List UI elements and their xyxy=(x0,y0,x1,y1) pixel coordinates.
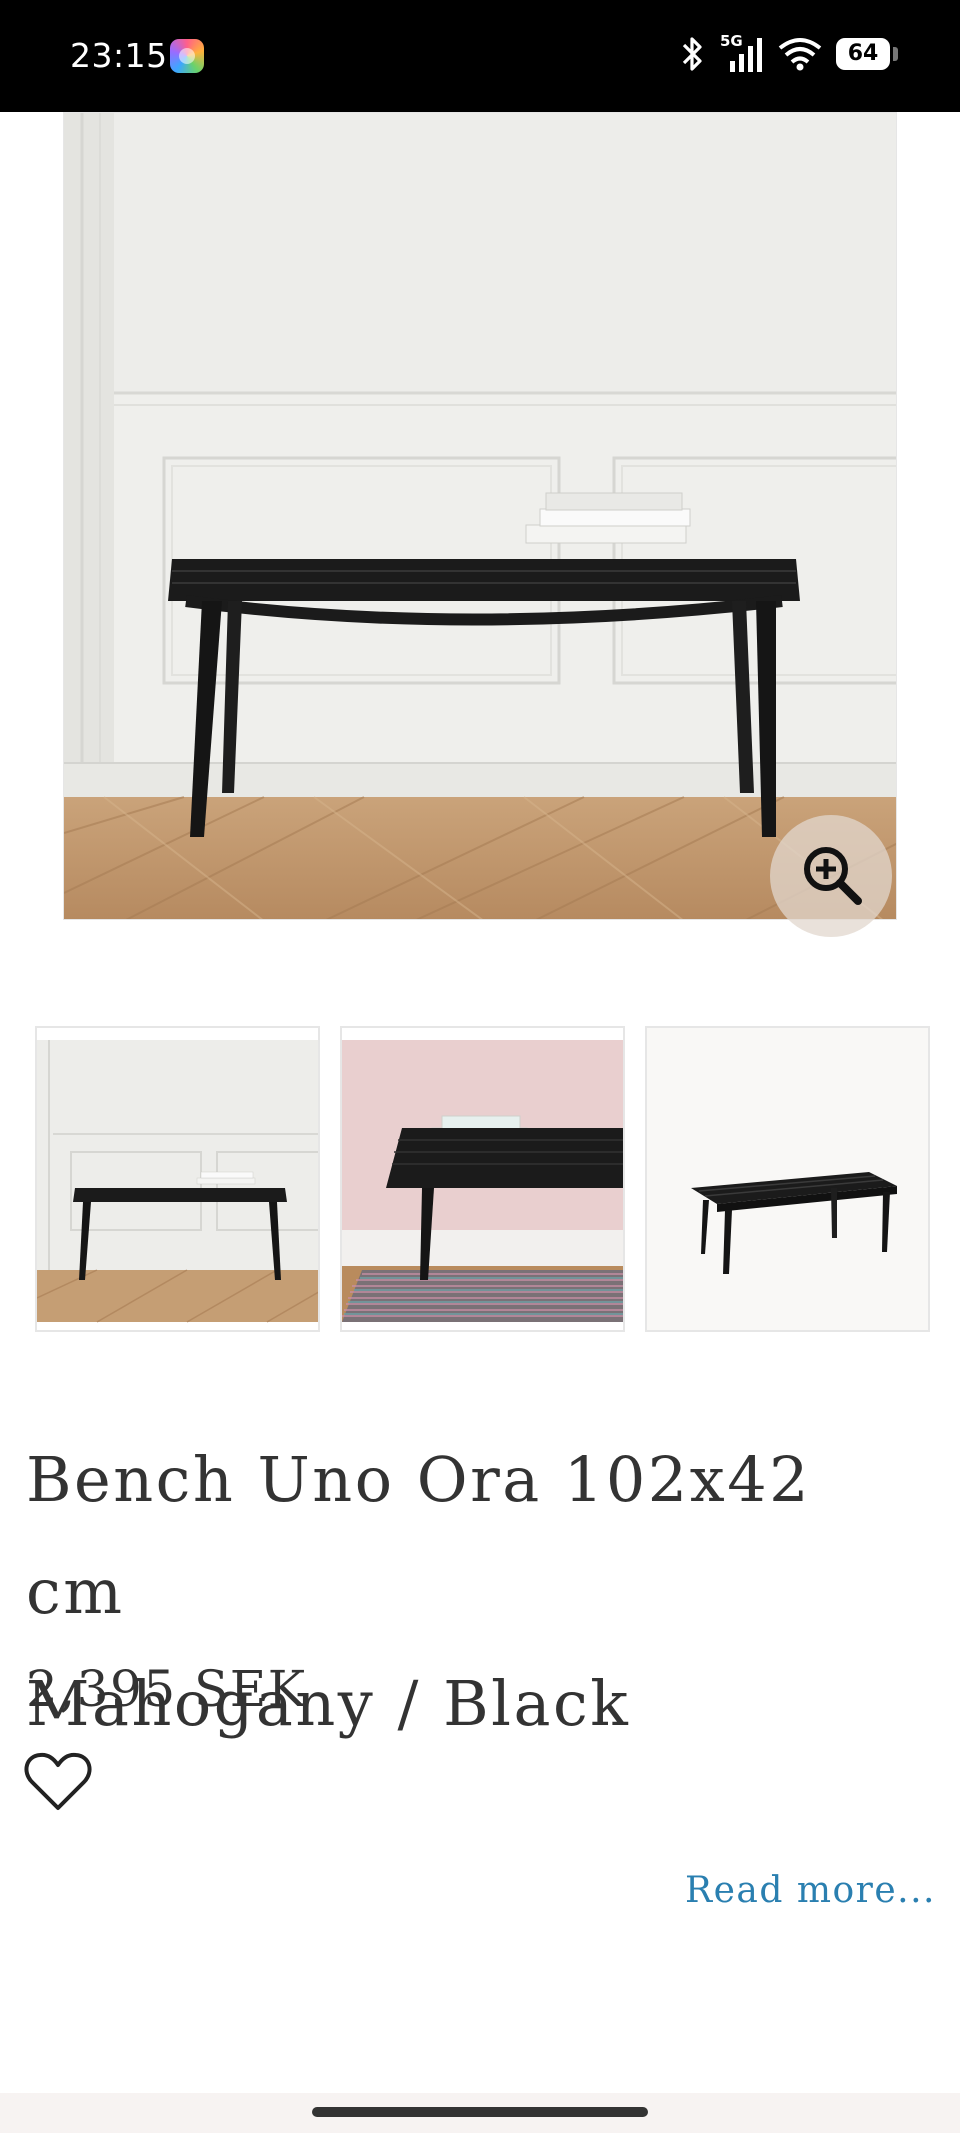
status-time: 23:15 xyxy=(70,36,168,75)
product-main-image[interactable] xyxy=(63,112,897,920)
product-price: 2,395 SEK xyxy=(26,1660,307,1718)
battery-icon: 64 xyxy=(836,38,898,70)
zoom-in-icon xyxy=(798,841,864,911)
zoom-button[interactable] xyxy=(770,815,892,937)
product-title-line1: Bench Uno Ora 102x42 cm xyxy=(26,1443,812,1628)
heart-outline-icon xyxy=(24,1752,92,1816)
signal-icon: 5G xyxy=(720,32,764,74)
bluetooth-icon xyxy=(680,36,706,72)
app-badge-icon xyxy=(170,39,204,73)
wifi-icon xyxy=(778,36,822,72)
wishlist-button[interactable] xyxy=(24,1752,92,1812)
network-type-label: 5G xyxy=(720,32,743,50)
home-indicator[interactable] xyxy=(312,2107,648,2117)
thumbnail-1[interactable] xyxy=(35,1026,320,1332)
thumbnail-3[interactable] xyxy=(645,1026,930,1332)
thumbnail-2[interactable] xyxy=(340,1026,625,1332)
read-more-link[interactable]: Read more... xyxy=(685,1870,936,1911)
status-icons: 5G 64 xyxy=(680,32,898,74)
status-bar: 23:15 5G 64 xyxy=(0,0,960,112)
